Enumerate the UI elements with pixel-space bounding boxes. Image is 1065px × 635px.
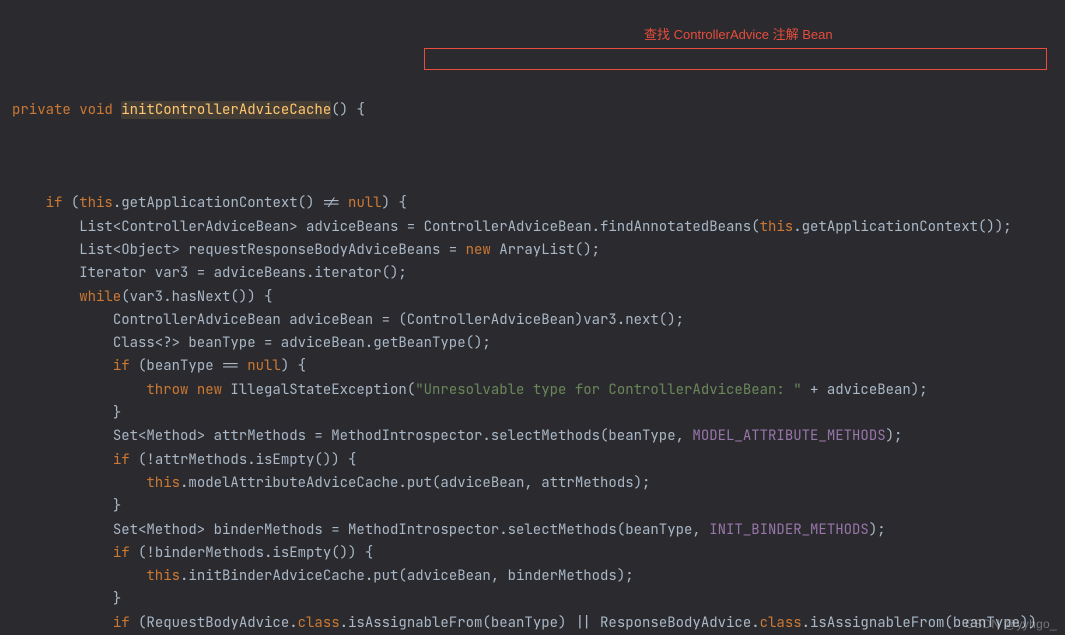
code-line: this.initBinderAdviceCache.put(adviceBea…	[12, 565, 1065, 588]
code-token: ) {	[382, 194, 407, 212]
code-token: Set<Method> attrMethods = MethodIntrospe…	[113, 427, 693, 445]
code-token: this	[79, 194, 113, 212]
code-token: if	[113, 451, 130, 469]
code-line: Set<Method> binderMethods = MethodIntros…	[12, 519, 1065, 542]
parens: ()	[331, 101, 348, 119]
code-token: + adviceBean);	[802, 381, 928, 399]
code-token: ControllerAdviceBean adviceBean = (Contr…	[113, 311, 684, 329]
watermark: CSDN @yyhgo_	[965, 617, 1057, 631]
code-token: MODEL_ATTRIBUTE_METHODS	[692, 427, 885, 445]
code-line: Class<?> beanType = adviceBean.getBeanTy…	[12, 332, 1065, 355]
code-token: (	[62, 194, 79, 212]
code-token: if	[113, 357, 130, 375]
brace-open: {	[348, 101, 365, 119]
code-token: "Unresolvable type for ControllerAdviceB…	[415, 381, 801, 399]
code-line: }	[12, 495, 1065, 518]
code-token: }	[113, 497, 121, 515]
code-line: this.modelAttributeAdviceCache.put(advic…	[12, 472, 1065, 495]
code-token: throw	[146, 381, 188, 399]
code-token: );	[869, 521, 886, 539]
code-token: .getApplicationContext());	[793, 218, 1011, 236]
code-token: if	[113, 544, 130, 562]
code-line: Iterator var3 = adviceBeans.iterator();	[12, 262, 1065, 285]
code-token: Iterator var3 = adviceBeans.iterator();	[79, 264, 407, 282]
code-line: while(var3.hasNext()) {	[12, 286, 1065, 309]
code-line: List<Object> requestResponseBodyAdviceBe…	[12, 239, 1065, 262]
code-line: if (this.getApplicationContext() != null…	[12, 192, 1065, 215]
code-line: if (!attrMethods.isEmpty()) {	[12, 449, 1065, 472]
code-token: (RequestBodyAdvice.	[130, 614, 298, 632]
code-token: .isAssignableFrom(beanType) || ResponseB…	[340, 614, 760, 632]
code-token: }	[113, 590, 121, 608]
code-token: if	[46, 194, 63, 212]
code-token: if	[113, 614, 130, 632]
code-token: ArrayList();	[491, 241, 600, 259]
code-token: (var3.hasNext()) {	[121, 288, 272, 306]
code-line: if (beanType == null) {	[12, 355, 1065, 378]
code-line: List<ControllerAdviceBean> adviceBeans =…	[12, 216, 1065, 239]
code-token: INIT_BINDER_METHODS	[709, 521, 869, 539]
code-token: }	[113, 404, 121, 422]
space	[71, 101, 79, 119]
annotation-label: 查找 ControllerAdvice 注解 Bean	[644, 24, 833, 43]
method-name: initControllerAdviceCache	[121, 101, 331, 119]
code-token: class	[298, 614, 340, 632]
code-token: .getApplicationContext() !=	[113, 194, 348, 212]
code-token: List<Object> requestResponseBodyAdviceBe…	[79, 241, 465, 259]
code-token: Set<Method> binderMethods = MethodIntros…	[113, 521, 709, 539]
code-token: IllegalStateException(	[222, 381, 415, 399]
code-token: .modelAttributeAdviceCache.put(adviceBea…	[180, 474, 650, 492]
code-token: new	[197, 381, 222, 399]
code-editor[interactable]: private void initControllerAdviceCache()…	[0, 0, 1065, 635]
code-line: Set<Method> attrMethods = MethodIntrospe…	[12, 425, 1065, 448]
code-token: ControllerAdviceBean.findAnnotatedBeans(	[424, 218, 760, 236]
code-token: (!binderMethods.isEmpty()) {	[130, 544, 374, 562]
space	[113, 101, 121, 119]
keyword-private: private	[12, 101, 71, 119]
code-token: );	[886, 427, 903, 445]
code-token: ) {	[281, 357, 306, 375]
code-token: (beanType ==	[130, 357, 248, 375]
code-line: }	[12, 588, 1065, 611]
code-body: if (this.getApplicationContext() != null…	[12, 192, 1065, 635]
code-token: (!attrMethods.isEmpty()) {	[130, 451, 357, 469]
code-line: private void initControllerAdviceCache()…	[12, 99, 1065, 122]
code-token: new	[466, 241, 491, 259]
code-token: .initBinderAdviceCache.put(adviceBean, b…	[180, 567, 634, 585]
code-token: this	[760, 218, 794, 236]
code-token: class	[760, 614, 802, 632]
code-line: throw new IllegalStateException("Unresol…	[12, 379, 1065, 402]
code-token: Class<?> beanType = adviceBean.getBeanTy…	[113, 334, 491, 352]
code-line: if (RequestBodyAdvice.class.isAssignable…	[12, 612, 1065, 635]
keyword-void: void	[79, 101, 113, 119]
code-line: ControllerAdviceBean adviceBean = (Contr…	[12, 309, 1065, 332]
code-token: this	[146, 474, 180, 492]
code-token: while	[79, 288, 121, 306]
code-token: null	[247, 357, 281, 375]
code-token: null	[348, 194, 382, 212]
code-token	[188, 381, 196, 399]
code-token: this	[146, 567, 180, 585]
code-token: List<ControllerAdviceBean> adviceBeans =	[79, 218, 423, 236]
code-line: if (!binderMethods.isEmpty()) {	[12, 542, 1065, 565]
code-line: }	[12, 402, 1065, 425]
